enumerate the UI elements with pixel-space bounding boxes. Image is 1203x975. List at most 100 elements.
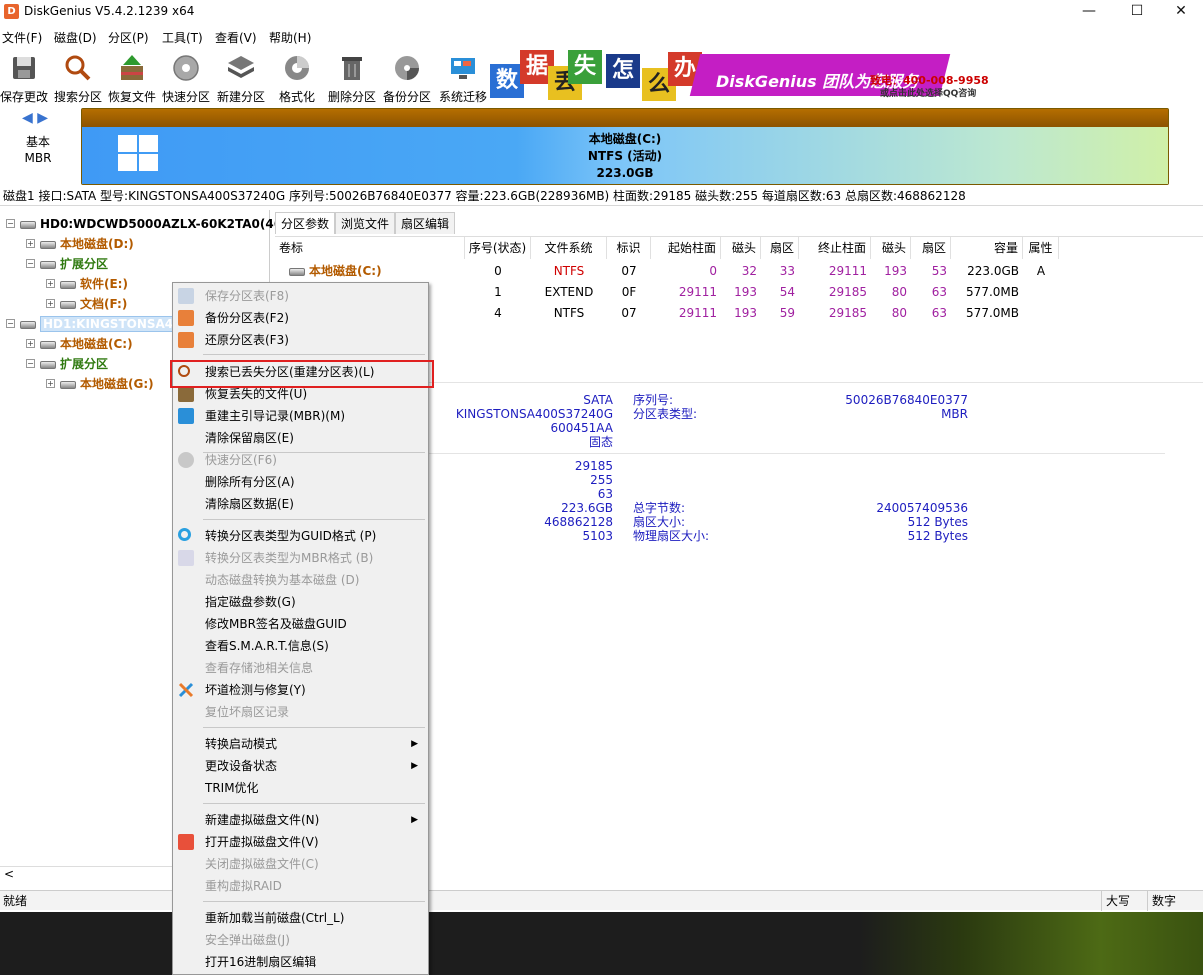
delete-partition-button[interactable]: 删除分区 bbox=[326, 50, 378, 104]
close-button[interactable]: ✕ bbox=[1158, 0, 1203, 24]
menu-save-partition-table[interactable]: 保存分区表(F8) bbox=[173, 285, 428, 307]
menu-convert-boot-mode[interactable]: 转换启动模式 ▶ bbox=[173, 733, 428, 755]
menu-convert-to-guid[interactable]: 转换分区表类型为GUID格式 (P) bbox=[173, 525, 428, 547]
menu-partition[interactable]: 分区(P) bbox=[108, 29, 149, 46]
column-header[interactable]: 扇区 bbox=[761, 237, 799, 259]
column-header[interactable]: 磁头 bbox=[721, 237, 761, 259]
menu-tools[interactable]: 工具(T) bbox=[162, 29, 203, 46]
disc-icon bbox=[173, 55, 199, 81]
tree-item-hd1[interactable]: − HD1:KINGSTONSA400 bbox=[6, 315, 193, 333]
tree-item-g[interactable]: + 本地磁盘(G:) bbox=[46, 375, 154, 393]
status-text: 就绪 bbox=[3, 894, 28, 908]
menu-delete-all-partitions[interactable]: 删除所有分区(A) bbox=[173, 471, 428, 493]
collapse-icon[interactable]: − bbox=[26, 259, 35, 268]
menu-modify-mbr-signature[interactable]: 修改MBR签名及磁盘GUID bbox=[173, 613, 428, 635]
banner-char: 失 bbox=[568, 50, 602, 84]
menu-help[interactable]: 帮助(H) bbox=[269, 29, 311, 46]
tree-item-extended[interactable]: − 扩展分区 bbox=[26, 255, 108, 273]
search-icon bbox=[65, 55, 91, 81]
new-partition-button[interactable]: 新建分区 bbox=[214, 50, 268, 104]
menu-clear-sector-data[interactable]: 清除扇区数据(E) bbox=[173, 493, 428, 515]
column-header[interactable]: 容量 bbox=[951, 237, 1023, 259]
expand-icon[interactable]: + bbox=[46, 299, 55, 308]
recover-files-icon bbox=[178, 386, 194, 402]
column-header[interactable]: 卷标 bbox=[279, 237, 465, 259]
menu-safe-eject[interactable]: 安全弹出磁盘(J) bbox=[173, 929, 428, 951]
tree-item-hd0[interactable]: − HD0:WDCWD5000AZLX-60K2TA0(46 bbox=[6, 215, 282, 233]
collapse-icon[interactable]: − bbox=[6, 219, 15, 228]
menu-disk[interactable]: 磁盘(D) bbox=[54, 29, 97, 46]
open-virtual-disk-icon bbox=[178, 834, 194, 850]
column-header[interactable]: 文件系统 bbox=[531, 237, 607, 259]
menu-view[interactable]: 查看(V) bbox=[215, 29, 257, 46]
menu-restore-partition-table[interactable]: 还原分区表(F3) bbox=[173, 329, 428, 351]
detail-label: 序列号: bbox=[633, 393, 674, 407]
partition-block-c[interactable]: 本地磁盘(C:) NTFS (活动) 223.0GB bbox=[81, 108, 1169, 185]
menu-reset-bad-sectors[interactable]: 复位坏扇区记录 bbox=[173, 701, 428, 723]
quick-partition-button[interactable]: 快速分区 bbox=[160, 50, 212, 104]
menu-bad-sector-check[interactable]: 坏道检测与修复(Y) bbox=[173, 679, 428, 701]
expand-icon[interactable]: + bbox=[26, 339, 35, 348]
tree-item-f[interactable]: + 文档(F:) bbox=[46, 295, 127, 313]
menu-close-virtual-disk[interactable]: 关闭虚拟磁盘文件(C) bbox=[173, 853, 428, 875]
column-header[interactable]: 起始柱面 bbox=[651, 237, 721, 259]
column-header[interactable]: 扇区 bbox=[911, 237, 951, 259]
menu-open-hex-editor[interactable]: 打开16进制扇区编辑 bbox=[173, 951, 428, 973]
banner-char: 数 bbox=[490, 64, 524, 98]
tree-item-d[interactable]: + 本地磁盘(D:) bbox=[26, 235, 134, 253]
expand-icon[interactable]: + bbox=[26, 239, 35, 248]
menu-quick-partition[interactable]: 快速分区(F6) bbox=[173, 449, 428, 471]
menu-convert-to-mbr[interactable]: 转换分区表类型为MBR格式 (B) bbox=[173, 547, 428, 569]
wrench-icon bbox=[178, 682, 194, 698]
menu-clear-reserved-sectors[interactable]: 清除保留扇区(E) bbox=[173, 427, 428, 449]
tab-sector-edit[interactable]: 扇区编辑 bbox=[395, 212, 456, 234]
tree-item-extended-2[interactable]: − 扩展分区 bbox=[26, 355, 108, 373]
menu-view-smart[interactable]: 查看S.M.A.R.T.信息(S) bbox=[173, 635, 428, 657]
tree-item-e[interactable]: + 软件(E:) bbox=[46, 275, 128, 293]
column-header[interactable]: 序号(状态) bbox=[465, 237, 531, 259]
collapse-icon[interactable]: − bbox=[6, 319, 15, 328]
drive-icon bbox=[60, 300, 76, 309]
column-header[interactable]: 终止柱面 bbox=[799, 237, 871, 259]
maximize-button[interactable]: ☐ bbox=[1114, 0, 1160, 24]
detail-label: 扇区大小: bbox=[633, 515, 686, 529]
column-header[interactable]: 磁头 bbox=[871, 237, 911, 259]
ad-banner[interactable]: 数 据 丢 失 怎 么 办 DiskGenius 团队为您服务 致电：400-0… bbox=[490, 46, 990, 101]
migration-icon bbox=[451, 58, 475, 79]
menu-change-device-state[interactable]: 更改设备状态 ▶ bbox=[173, 755, 428, 777]
menu-backup-partition-table[interactable]: 备份分区表(F2) bbox=[173, 307, 428, 329]
tab-browse-files[interactable]: 浏览文件 bbox=[335, 212, 396, 234]
backup-partition-button[interactable]: 备份分区 bbox=[381, 50, 433, 104]
banner-qq-link[interactable]: 或点击此处选择QQ咨询 bbox=[880, 86, 976, 99]
column-header[interactable]: 属性 bbox=[1023, 237, 1059, 259]
save-changes-button[interactable]: 保存更改 bbox=[0, 50, 48, 104]
collapse-icon[interactable]: − bbox=[26, 359, 35, 368]
menu-trim-optimize[interactable]: TRIM优化 bbox=[173, 777, 428, 799]
drive-icon bbox=[60, 380, 76, 389]
disk-nav-arrows[interactable]: ◀ ▶ bbox=[22, 110, 48, 126]
banner-char: 怎 bbox=[606, 54, 640, 88]
search-partition-button[interactable]: 搜索分区 bbox=[52, 50, 104, 104]
menu-storage-pool-info[interactable]: 查看存储池相关信息 bbox=[173, 657, 428, 679]
format-button[interactable]: 格式化 bbox=[275, 50, 319, 104]
system-migration-button[interactable]: 系统迁移 bbox=[437, 50, 489, 104]
recover-files-button[interactable]: 恢复文件 bbox=[106, 50, 158, 104]
menu-reload-disk[interactable]: 重新加载当前磁盘(Ctrl_L) bbox=[173, 907, 428, 929]
scroll-left-icon[interactable]: < bbox=[4, 867, 14, 881]
minimize-button[interactable]: — bbox=[1066, 0, 1112, 24]
menu-set-disk-params[interactable]: 指定磁盘参数(G) bbox=[173, 591, 428, 613]
tab-partition-params[interactable]: 分区参数 bbox=[275, 212, 336, 234]
expand-icon[interactable]: + bbox=[46, 379, 55, 388]
menu-file[interactable]: 文件(F) bbox=[2, 29, 42, 46]
tree-item-c[interactable]: + 本地磁盘(C:) bbox=[26, 335, 133, 353]
expand-icon[interactable]: + bbox=[46, 279, 55, 288]
table-row-0-label[interactable]: 本地磁盘(C:) bbox=[289, 261, 382, 282]
column-header[interactable]: 标识 bbox=[607, 237, 651, 259]
highlight-box bbox=[170, 360, 434, 388]
menu-rebuild-mbr[interactable]: 重建主引导记录(MBR)(M) bbox=[173, 405, 428, 427]
menu-rebuild-virtual-raid[interactable]: 重构虚拟RAID bbox=[173, 875, 428, 897]
menu-dynamic-to-basic[interactable]: 动态磁盘转换为基本磁盘 (D) bbox=[173, 569, 428, 591]
detail-label: 分区表类型: bbox=[633, 407, 698, 421]
menu-open-virtual-disk[interactable]: 打开虚拟磁盘文件(V) bbox=[173, 831, 428, 853]
menu-new-virtual-disk[interactable]: 新建虚拟磁盘文件(N) ▶ bbox=[173, 809, 428, 831]
